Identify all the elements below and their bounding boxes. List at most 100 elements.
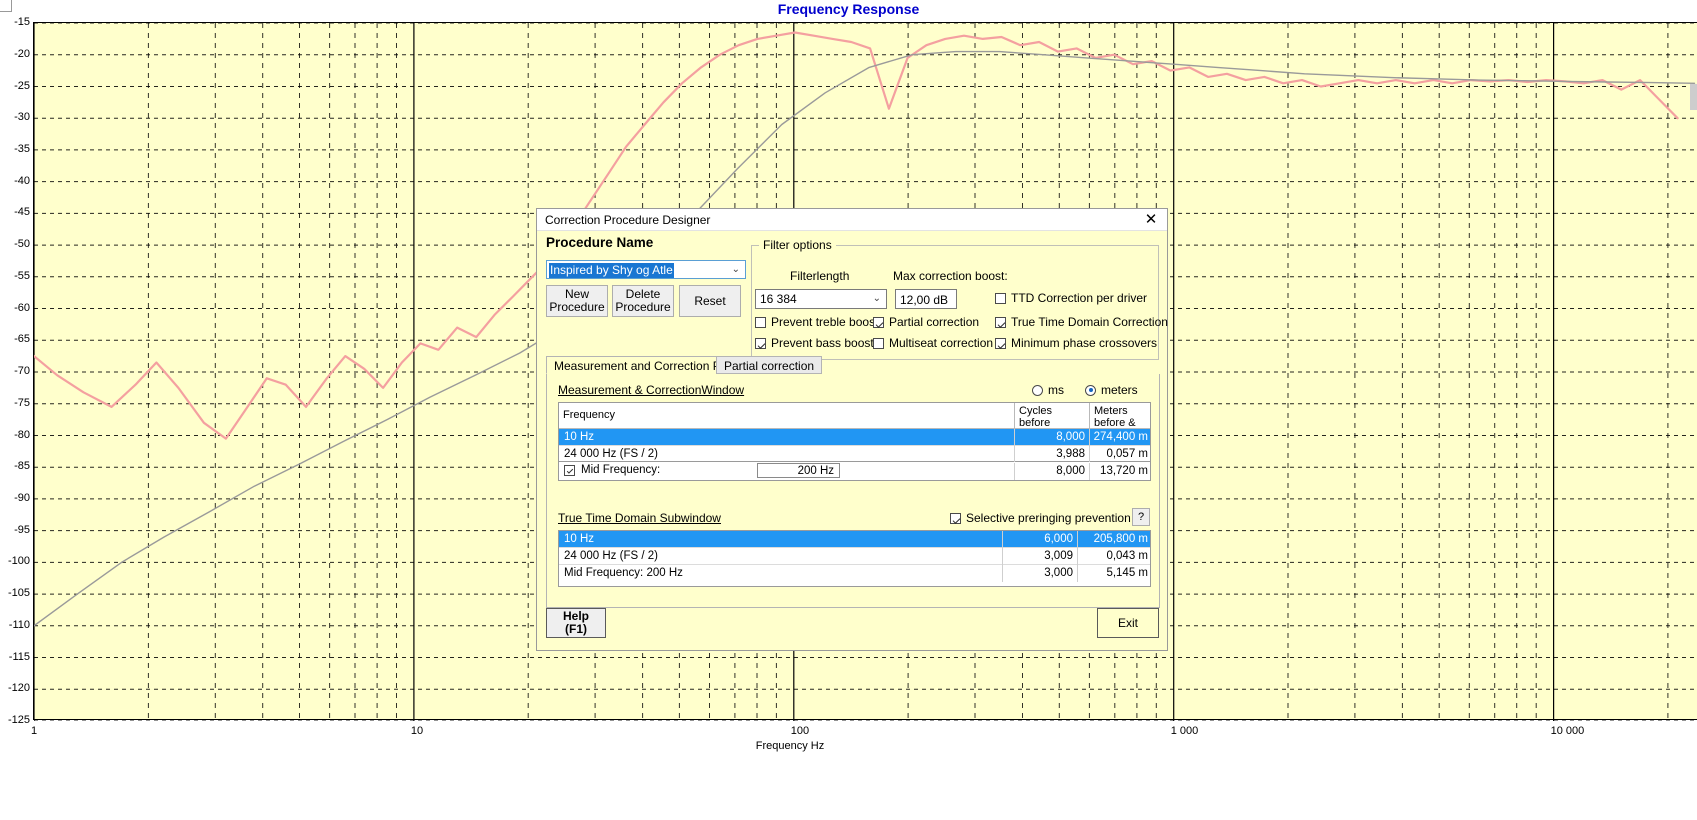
measurement-window-table[interactable]: Frequency Cycles before & after peak Met… [558, 402, 1152, 463]
y-tick-label: -125 [7, 714, 30, 726]
checkbox-selective-preringing-prevention[interactable]: Selective preringing prevention [950, 511, 1131, 525]
checkbox-minimum-phase-crossovers[interactable]: Minimum phase crossovers [995, 336, 1157, 350]
column-header-meters: Meters before & after peak [1089, 403, 1152, 441]
filterlength-select[interactable]: 16 384 ⌄ [755, 289, 887, 309]
checkbox-true-time-domain-correction[interactable]: True Time Domain Correction [995, 315, 1168, 329]
column-header-frequency: Frequency [563, 409, 615, 421]
dialog-title: Correction Procedure Designer [545, 213, 711, 227]
exit-label: Exit [1117, 616, 1138, 630]
cell-frequency: 10 Hz [564, 431, 595, 443]
column-header-meters-line1: Meters before & [1094, 405, 1136, 429]
mid-frequency-value: 200 Hz [797, 465, 834, 477]
checkbox-label: Partial correction [889, 315, 980, 329]
checkbox-partial-correction[interactable]: Partial correction [873, 315, 979, 329]
mid-frequency-row[interactable]: Mid Frequency: 200 Hz 8,000 13,720 m [558, 462, 1151, 481]
cell-meters: 205,800 m [1077, 531, 1152, 548]
table-row[interactable]: 10 Hz 8,000 274,400 m [559, 429, 1150, 446]
vertical-scrollbar-thumb[interactable] [1690, 84, 1697, 110]
cell-meters: 274,400 m [1089, 429, 1152, 446]
cell-meters: 5,145 m [1077, 565, 1152, 582]
y-tick-label: -40 [14, 174, 30, 187]
cell-cycles: 8,000 [1014, 463, 1089, 480]
checkbox-mid-frequency[interactable]: Mid Frequency: [564, 464, 660, 476]
checkbox-ttd-correction-per-driver[interactable]: TTD Correction per driver [995, 291, 1147, 305]
max-correction-boost-label: Max correction boost: [893, 269, 1008, 283]
cell-meters: 0,043 m [1077, 548, 1152, 565]
x-axis-label: Frequency Hz [755, 740, 825, 752]
y-tick-label: -120 [7, 682, 30, 695]
radio-label: ms [1048, 383, 1064, 397]
dialog-titlebar[interactable]: Correction Procedure Designer ✕ [537, 209, 1167, 231]
cell-cycles: 3,009 [1002, 548, 1077, 565]
checkbox-box [564, 464, 575, 476]
y-tick-label: -60 [14, 301, 30, 314]
radio-label: meters [1101, 383, 1138, 397]
checkbox-multiseat-correction[interactable]: Multiseat correction [873, 336, 993, 350]
cell-frequency: 24 000 Hz (FS / 2) [564, 550, 658, 562]
table-header: Frequency Cycles before & after peak Met… [559, 403, 1152, 441]
reset-button[interactable]: Reset [679, 285, 741, 317]
checkbox-label: Prevent treble boost [771, 315, 879, 329]
table-row[interactable]: 24 000 Hz (FS / 2) 3,988 0,057 m [559, 446, 1150, 463]
check-mark-icon [566, 466, 574, 474]
delete-procedure-label-2: Procedure [615, 300, 671, 314]
cell-frequency: 10 Hz [564, 533, 595, 545]
x-tick-label: 1 000 [1170, 725, 1199, 737]
delete-procedure-button[interactable]: Delete Procedure [612, 285, 674, 317]
y-tick-label: -30 [14, 111, 30, 124]
y-tick-label: -65 [14, 333, 30, 346]
help-question-button[interactable]: ? [1132, 508, 1150, 526]
x-tick-label: 1 [31, 725, 38, 737]
column-header-cycles-line1: Cycles before [1019, 405, 1053, 429]
checkbox-box [755, 316, 766, 328]
y-tick-label: -75 [14, 396, 30, 409]
tab-partial-correction[interactable]: Partial correction [716, 356, 823, 374]
table-row[interactable]: 24 000 Hz (FS / 2) 3,009 0,043 m [559, 548, 1150, 565]
radio-unit-ms[interactable]: ms [1032, 383, 1064, 397]
close-icon[interactable]: ✕ [1137, 210, 1165, 230]
measurement-correction-window-title: Measurement & CorrectionWindow [558, 383, 745, 397]
mid-frequency-input[interactable]: 200 Hz [757, 463, 840, 478]
help-button[interactable]: Help (F1) [546, 608, 606, 638]
column-header-cycles: Cycles before & after peak [1014, 403, 1089, 441]
y-tick-label: -90 [14, 491, 30, 504]
y-tick-label: -115 [8, 650, 30, 663]
y-tick-label: -20 [14, 47, 30, 60]
checkbox-box [995, 316, 1006, 328]
y-tick-label: -70 [14, 365, 30, 377]
y-tick-label: -105 [7, 587, 30, 600]
help-question-label: ? [1137, 511, 1145, 523]
radio-unit-meters[interactable]: meters [1085, 383, 1138, 397]
max-correction-boost-value: 12,00 dB [900, 293, 949, 307]
y-tick-label: -15 [14, 16, 30, 28]
cell-frequency: 24 000 Hz (FS / 2) [564, 448, 658, 460]
new-procedure-button[interactable]: New Procedure [546, 285, 608, 317]
y-tick-label: -110 [8, 618, 30, 631]
chart-title: Frequency Response [777, 1, 920, 17]
cell-frequency: Mid Frequency: 200 Hz [564, 567, 683, 579]
checkbox-prevent-treble-boost[interactable]: Prevent treble boost [755, 315, 878, 329]
checkbox-label: Multiseat correction [889, 336, 994, 350]
help-label-2: (F1) [565, 622, 587, 636]
reset-label: Reset [694, 293, 726, 308]
checkbox-box [873, 316, 884, 328]
tab-bar: Measurement and Correction Prep Partial … [546, 356, 1160, 374]
checkbox-box [950, 512, 961, 524]
exit-button[interactable]: Exit [1097, 608, 1159, 638]
ttd-subwindow-table[interactable]: 10 Hz 6,000 205,800 m 24 000 Hz (FS / 2)… [558, 530, 1151, 587]
max-correction-boost-input[interactable]: 12,00 dB [895, 289, 957, 309]
mid-frequency-label: Mid Frequency: [581, 464, 661, 476]
tab-label: Partial correction [724, 359, 815, 373]
table-row[interactable]: Mid Frequency: 200 Hz 3,000 5,145 m [559, 565, 1150, 582]
procedure-name-combobox[interactable]: Inspired by Shy og Atle ⌄ [546, 260, 746, 279]
table-row[interactable]: 10 Hz 6,000 205,800 m [559, 531, 1150, 548]
cell-cycles: 8,000 [1014, 429, 1089, 446]
y-tick-label: -85 [14, 460, 30, 473]
checkbox-prevent-bass-boost[interactable]: Prevent bass boost [755, 336, 874, 350]
y-tick-label: -25 [14, 79, 30, 92]
procedure-name-label: Procedure Name [546, 235, 654, 250]
y-tick-label: -45 [14, 206, 30, 219]
checkbox-box [755, 337, 766, 349]
x-tick-label: 10 000 [1550, 725, 1585, 737]
x-tick-label: 100 [790, 725, 810, 737]
